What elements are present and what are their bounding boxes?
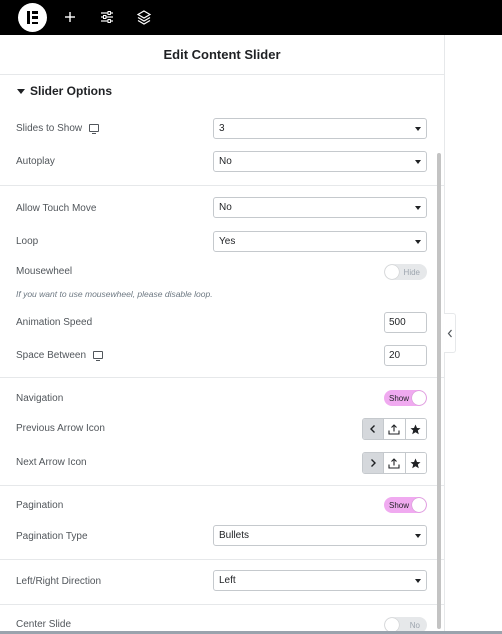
star-icon [410, 458, 421, 468]
center-slide-label: Center Slide [16, 618, 72, 630]
left-right-direction-label: Left/Right Direction [16, 575, 102, 587]
divider [0, 485, 444, 486]
section-title: Slider Options [30, 84, 113, 98]
dropdown-arrow-icon [415, 534, 421, 538]
dropdown-arrow-icon [415, 240, 421, 244]
animation-speed-label: Animation Speed [16, 316, 93, 328]
dropdown-arrow-icon [415, 127, 421, 131]
icon-library-button[interactable] [404, 419, 426, 439]
desktop-icon[interactable] [89, 124, 100, 134]
caret-down-icon [17, 88, 25, 94]
sliders-icon[interactable] [98, 8, 116, 26]
toggle-knob [385, 265, 399, 279]
divider [0, 604, 444, 605]
autoplay-select[interactable]: No [213, 151, 427, 172]
elementor-logo-icon[interactable] [18, 3, 47, 32]
navigation-label: Navigation [16, 392, 64, 404]
autoplay-label: Autoplay [16, 155, 55, 167]
selected-icon-preview[interactable] [363, 419, 384, 439]
toggle-knob [385, 618, 399, 632]
slides-to-show-label: Slides to Show [16, 121, 100, 135]
chevron-left-icon [370, 425, 376, 433]
pagination-type-select[interactable]: Bullets [213, 525, 427, 546]
navigation-toggle[interactable]: Show [384, 390, 427, 406]
dropdown-arrow-icon [415, 579, 421, 583]
divider [0, 185, 444, 186]
add-icon[interactable] [61, 8, 79, 26]
selected-icon-preview[interactable] [363, 453, 384, 473]
star-icon [410, 424, 421, 434]
mousewheel-note: If you want to use mousewheel, please di… [16, 289, 213, 299]
icon-library-button[interactable] [404, 453, 426, 473]
layers-icon[interactable] [135, 8, 153, 26]
top-toolbar [0, 0, 502, 35]
upload-icon [388, 423, 401, 435]
dropdown-arrow-icon [415, 160, 421, 164]
panel-scrollbar[interactable] [437, 153, 441, 629]
left-right-direction-select[interactable]: Left [213, 570, 427, 591]
pagination-label: Pagination [16, 499, 64, 511]
next-arrow-icon-label: Next Arrow Icon [16, 456, 87, 468]
next-arrow-icon-picker [362, 452, 427, 474]
pagination-toggle[interactable]: Show [384, 497, 427, 513]
editor-panel: Edit Content Slider Slider Options Slide… [0, 35, 444, 634]
allow-touch-move-select[interactable]: No [213, 197, 427, 218]
divider [0, 559, 444, 560]
chevron-left-icon [447, 329, 452, 337]
upload-icon [388, 457, 401, 469]
space-between-input[interactable]: 20 [384, 345, 427, 366]
mousewheel-toggle[interactable]: Hide [384, 264, 427, 280]
pagination-type-label: Pagination Type [16, 530, 88, 542]
previous-arrow-icon-picker [362, 418, 427, 440]
previous-arrow-icon-label: Previous Arrow Icon [16, 422, 105, 434]
space-between-label: Space Between [16, 348, 104, 362]
panel-title: Edit Content Slider [0, 35, 444, 75]
section-toggle-slider-options[interactable]: Slider Options [17, 84, 112, 98]
desktop-icon[interactable] [93, 351, 104, 361]
allow-touch-move-label: Allow Touch Move [16, 202, 97, 214]
mousewheel-label: Mousewheel [16, 265, 73, 277]
animation-speed-input[interactable]: 500 [384, 312, 427, 333]
toggle-knob [412, 391, 426, 405]
loop-select[interactable]: Yes [213, 231, 427, 252]
collapse-panel-button[interactable] [444, 313, 456, 353]
toggle-knob [412, 498, 426, 512]
upload-svg-button[interactable] [383, 453, 405, 473]
divider [0, 377, 444, 378]
chevron-right-icon [371, 459, 377, 467]
slides-to-show-select[interactable]: 3 [213, 118, 427, 139]
upload-svg-button[interactable] [383, 419, 405, 439]
loop-label: Loop [16, 235, 39, 247]
dropdown-arrow-icon [415, 206, 421, 210]
